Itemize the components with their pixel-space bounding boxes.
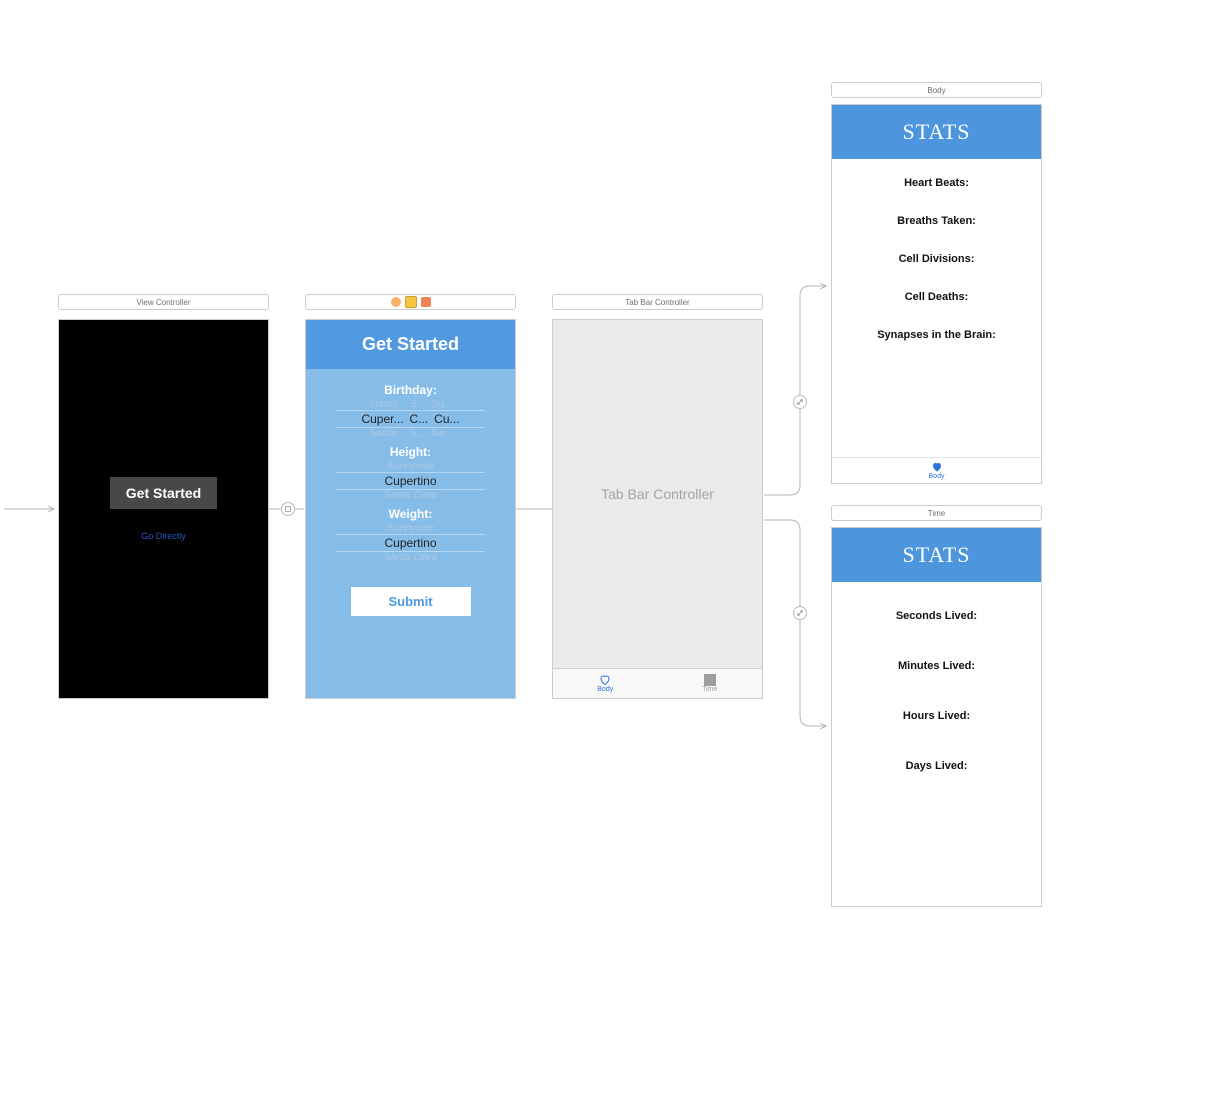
weight-label: Weight: xyxy=(389,507,433,521)
segue-glyph xyxy=(793,606,807,620)
stat-row: Synapses in the Brain: xyxy=(877,329,996,341)
dock-icon xyxy=(405,296,417,308)
height-label: Height: xyxy=(390,445,431,459)
screen-title: Tab Bar Controller xyxy=(552,294,763,310)
stat-row: Cell Deaths: xyxy=(905,291,969,303)
screen-title: Body xyxy=(831,82,1042,98)
birthday-picker[interactable]: Sunny... S... Su... Cuper... C... Cu... … xyxy=(336,399,485,439)
submit-button[interactable]: Submit xyxy=(351,587,471,616)
stat-row: Breaths Taken: xyxy=(897,215,976,227)
heart-icon xyxy=(930,461,944,473)
screen-title-dock xyxy=(305,294,516,310)
tab-body[interactable]: Body xyxy=(553,669,658,698)
tab-body[interactable]: Body xyxy=(832,457,1041,483)
square-icon xyxy=(704,674,716,686)
stats-header: STATS xyxy=(832,105,1041,159)
stat-row: Minutes Lived: xyxy=(898,660,975,672)
tab-time[interactable]: Time xyxy=(658,669,763,698)
heart-icon xyxy=(598,674,612,686)
screen-title: Time xyxy=(831,505,1042,521)
tab-bar-controller-screen: Tab Bar Controller Body Time xyxy=(552,319,763,699)
stat-row: Days Lived: xyxy=(906,760,968,772)
height-picker[interactable]: Sunnyvale Cupertino Santa Clara xyxy=(336,461,485,501)
go-directly-link[interactable]: Go Directly xyxy=(141,531,186,541)
body-stats-screen: STATS Heart Beats: Breaths Taken: Cell D… xyxy=(831,104,1042,484)
stat-row: Seconds Lived: xyxy=(896,610,977,622)
stat-row: Hours Lived: xyxy=(903,710,970,722)
form-header: Get Started xyxy=(306,320,515,369)
tab-controller-placeholder: Tab Bar Controller xyxy=(553,320,762,668)
stat-row: Heart Beats: xyxy=(904,177,969,189)
birthday-label: Birthday: xyxy=(384,383,437,397)
stats-header: STATS xyxy=(832,528,1041,582)
stat-row: Cell Divisions: xyxy=(899,253,975,265)
segue-glyph xyxy=(793,395,807,409)
screen-title: View Controller xyxy=(58,294,269,310)
dock-icon xyxy=(391,297,401,307)
time-stats-screen: STATS Seconds Lived: Minutes Lived: Hour… xyxy=(831,527,1042,907)
view-controller-screen: Get Started Go Directly xyxy=(58,319,269,699)
dock-icon xyxy=(421,297,431,307)
get-started-button[interactable]: Get Started xyxy=(110,477,217,509)
segue-glyph xyxy=(281,502,295,516)
weight-picker[interactable]: Sunnyvale Cupertino Santa Clara xyxy=(336,523,485,563)
get-started-form-screen: Get Started Birthday: Sunny... S... Su..… xyxy=(305,319,516,699)
